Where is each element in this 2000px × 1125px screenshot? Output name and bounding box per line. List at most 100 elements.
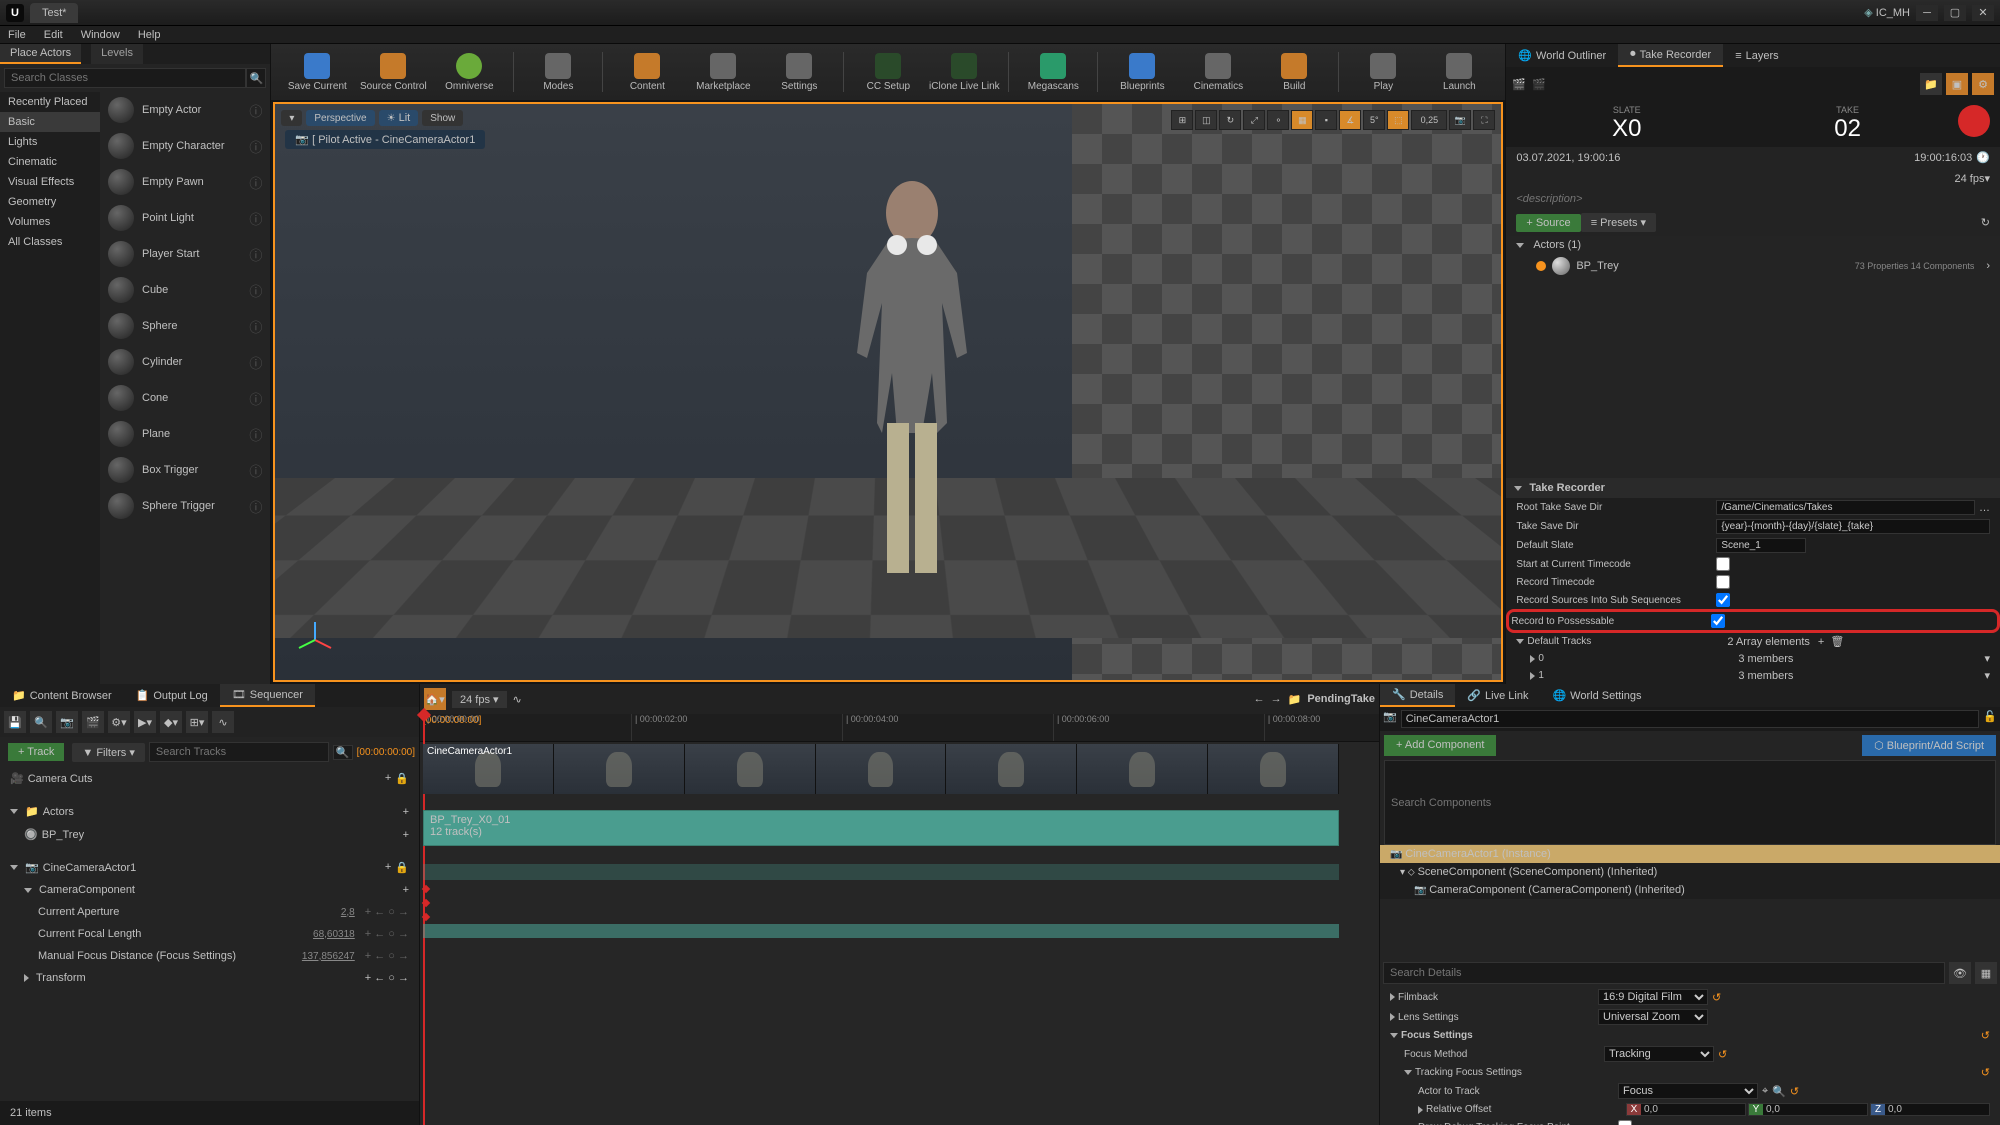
show-button[interactable]: Show [422, 110, 463, 126]
browse-icon[interactable]: 🔍 [1772, 1085, 1786, 1098]
reset-icon[interactable]: ↺ [1712, 991, 1721, 1004]
filter-button[interactable]: 👁 [1949, 962, 1971, 984]
vp-tool-button[interactable]: ↻ [1219, 110, 1241, 130]
list-item[interactable]: Cubeⓘ [100, 272, 270, 308]
list-item[interactable]: Sphereⓘ [100, 308, 270, 344]
list-item[interactable]: Point Lightⓘ [100, 200, 270, 236]
save-current-button[interactable]: Save Current [281, 46, 353, 98]
filmback-select[interactable]: 16:9 Digital Film [1598, 989, 1708, 1005]
menu-file[interactable]: File [8, 29, 26, 41]
perspective-button[interactable]: Perspective [306, 110, 374, 126]
nav-back-button[interactable]: ← [1254, 693, 1265, 705]
info-icon[interactable]: ⓘ [249, 353, 262, 372]
seq-snap-button[interactable]: ⊞▾ [186, 711, 208, 733]
add-icon[interactable]: + [385, 772, 391, 785]
aperture-track[interactable]: Current Aperture2,8+ ← ○ → [0, 901, 419, 923]
cat-basic[interactable]: Basic [0, 112, 100, 132]
add-component-button[interactable]: + Add Component [1384, 735, 1496, 756]
record-subseq-checkbox[interactable] [1716, 593, 1730, 607]
vp-tool-button[interactable]: ◫ [1195, 110, 1217, 130]
info-icon[interactable]: ⓘ [249, 245, 262, 264]
cat-all-classes[interactable]: All Classes [0, 232, 100, 252]
tab-sequencer[interactable]: 🎞 Sequencer [220, 684, 315, 707]
tab-live-link[interactable]: 🔗 Live Link [1455, 684, 1540, 707]
list-item[interactable]: Empty Characterⓘ [100, 128, 270, 164]
transform-track[interactable]: Transform+ ← ○ → [0, 967, 419, 989]
vp-tool-button[interactable]: ⤢ [1243, 110, 1265, 130]
tab-levels[interactable]: Levels [91, 44, 143, 64]
vp-snap-scale-button[interactable]: ⬚ [1387, 110, 1409, 130]
open-folder-button[interactable]: 📁 [1920, 73, 1942, 95]
y-input[interactable]: 0,0 [1763, 1104, 1867, 1115]
add-element-button[interactable]: + [1818, 636, 1824, 648]
actor-name-input[interactable] [1401, 710, 1980, 728]
list-item[interactable]: Planeⓘ [100, 416, 270, 452]
z-input[interactable]: 0,0 [1885, 1104, 1989, 1115]
blueprint-button[interactable]: ⬡ Blueprint/Add Script [1862, 735, 1996, 756]
info-icon[interactable]: ⓘ [249, 209, 262, 228]
source-control-button[interactable]: Source Control [357, 46, 429, 98]
iclone-button[interactable]: iClone Live Link [928, 46, 1000, 98]
info-icon[interactable]: ⓘ [249, 497, 262, 516]
settings-button[interactable]: Settings [763, 46, 835, 98]
lock-icon[interactable]: 🔒 [395, 772, 409, 785]
filters-button[interactable]: ▼ Filters ▾ [72, 743, 144, 762]
search-classes-input[interactable] [4, 68, 246, 88]
browse-icon[interactable]: 🎬 [1532, 78, 1546, 91]
take-save-dir-input[interactable] [1716, 519, 1990, 534]
record-tc-checkbox[interactable] [1716, 575, 1730, 589]
info-icon[interactable]: ⓘ [249, 101, 262, 120]
tab-layers[interactable]: ≡ Layers [1723, 44, 1790, 67]
minimize-button[interactable]: ─ [1916, 5, 1938, 21]
list-item[interactable]: Empty Actorⓘ [100, 92, 270, 128]
seq-render-button[interactable]: 🎬 [82, 711, 104, 733]
search-tracks-input[interactable] [149, 742, 329, 762]
play-button[interactable]: Play [1347, 46, 1419, 98]
launch-button[interactable]: Launch [1423, 46, 1495, 98]
bp-trey-clip[interactable]: BP_Trey_X0_01 12 track(s) [423, 810, 1339, 846]
take-value[interactable]: 02 [1737, 115, 1958, 143]
actors-folder[interactable]: 📁 Actors+ [0, 800, 419, 823]
info-icon[interactable]: ⓘ [249, 137, 262, 156]
start-at-tc-checkbox[interactable] [1716, 557, 1730, 571]
add-icon[interactable]: + [403, 806, 409, 818]
seq-find-button[interactable]: 🔍 [30, 711, 52, 733]
close-button[interactable]: ✕ [1972, 5, 1994, 21]
settings-gear-button[interactable]: ⚙ [1972, 73, 1994, 95]
lock-icon[interactable]: 🔓 [1983, 710, 1997, 728]
add-icon[interactable]: + [403, 829, 409, 841]
component-clip[interactable] [423, 864, 1339, 880]
lens-select[interactable]: Universal Zoom [1598, 1009, 1708, 1025]
pending-take-label[interactable]: PendingTake [1307, 693, 1375, 705]
add-icon[interactable]: + [385, 861, 391, 874]
focal-length-track[interactable]: Current Focal Length68,60318+ ← ○ → [0, 923, 419, 945]
cat-lights[interactable]: Lights [0, 132, 100, 152]
tab-content-browser[interactable]: 📁 Content Browser [0, 684, 124, 707]
build-button[interactable]: Build [1258, 46, 1330, 98]
camera-component-row[interactable]: 📷 CameraComponent (CameraComponent) (Inh… [1380, 881, 2000, 899]
record-enabled-icon[interactable] [1536, 261, 1546, 271]
sequence-dropdown-button[interactable]: 🏠▾ [424, 688, 446, 710]
add-source-button[interactable]: + Source [1516, 214, 1580, 232]
list-item[interactable]: Cylinderⓘ [100, 344, 270, 380]
tab-take-recorder[interactable]: ⏺ Take Recorder [1618, 44, 1723, 67]
list-item[interactable]: Empty Pawnⓘ [100, 164, 270, 200]
fps-label[interactable]: 24 fps [1955, 173, 1985, 185]
seq-save-button[interactable]: 💾 [4, 711, 26, 733]
info-icon[interactable]: ⓘ [249, 281, 262, 300]
description-input[interactable] [1516, 193, 1990, 205]
blueprints-button[interactable]: Blueprints [1106, 46, 1178, 98]
tab-world-settings[interactable]: 🌐 World Settings [1540, 684, 1653, 707]
list-item[interactable]: Sphere Triggerⓘ [100, 488, 270, 524]
camera-speed-button[interactable]: 📷 [1449, 110, 1471, 130]
maximize-button[interactable]: ▢ [1944, 5, 1966, 21]
tab-output-log[interactable]: 📋 Output Log [124, 684, 220, 707]
actors-group[interactable]: Actors (1) [1533, 239, 1581, 251]
debug-tracking-checkbox[interactable] [1618, 1120, 1632, 1125]
cat-geometry[interactable]: Geometry [0, 192, 100, 212]
scene-component-row[interactable]: ▾ ⬦ SceneComponent (SceneComponent) (Inh… [1380, 863, 2000, 881]
cat-visual-effects[interactable]: Visual Effects [0, 172, 100, 192]
instance-row[interactable]: 📷 CineCameraActor1 (Instance) [1380, 845, 2000, 863]
list-item[interactable]: Player Startⓘ [100, 236, 270, 272]
reset-icon[interactable]: ↺ [1718, 1048, 1727, 1061]
